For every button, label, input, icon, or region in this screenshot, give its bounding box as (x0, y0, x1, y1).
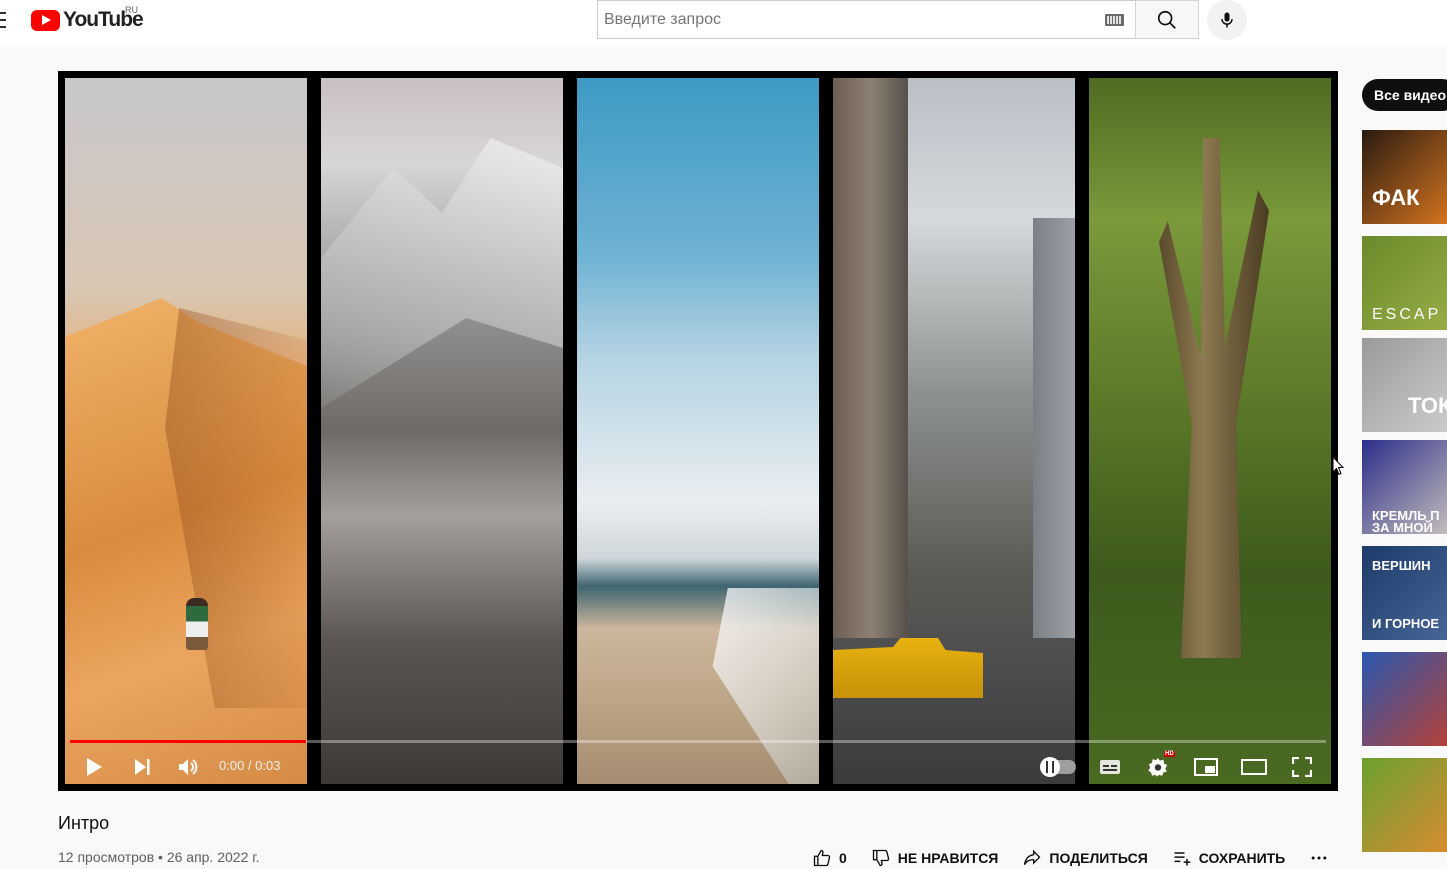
dislike-button[interactable]: НЕ НРАВИТСЯ (871, 848, 998, 868)
related-video-thumbnail[interactable]: ТОК (1362, 338, 1447, 432)
masthead: YouTube RU (0, 0, 1447, 47)
theater-mode-button[interactable] (1238, 747, 1270, 787)
like-button[interactable]: 0 (812, 848, 847, 868)
region-code: RU (125, 5, 138, 15)
miniplayer-icon (1194, 758, 1218, 776)
player-controls: 0:00 / 0:03 HD (58, 747, 1338, 787)
related-video-thumbnail[interactable]: ESCAP (1362, 236, 1447, 330)
keyboard-icon[interactable] (1105, 14, 1124, 26)
share-button[interactable]: ПОДЕЛИТЬСЯ (1022, 848, 1148, 868)
related-sidebar: Все видео ФАК ESCAP ТОК КРЕМЛЬ П ЗА МНОЙ ВЕРШ… (1362, 79, 1447, 864)
skip-next-icon (135, 759, 150, 775)
subtitles-icon (1100, 760, 1120, 774)
share-icon (1024, 849, 1041, 865)
play-icon (87, 758, 102, 776)
mountain-panel (321, 78, 563, 784)
next-button[interactable] (126, 747, 158, 787)
chip-all-videos[interactable]: Все видео (1362, 79, 1447, 111)
thumbnail-text: ЗА МНОЙ (1372, 520, 1433, 534)
voice-search-button[interactable] (1207, 0, 1247, 40)
more-actions-button[interactable] (1309, 848, 1329, 868)
hd-badge: HD (1164, 751, 1175, 757)
desert-panel (65, 78, 307, 784)
fullscreen-button[interactable] (1286, 747, 1318, 787)
city-street-panel (833, 78, 1075, 784)
related-video-thumbnail[interactable]: ФАК (1362, 130, 1447, 224)
mute-button[interactable] (173, 747, 205, 787)
save-playlist-icon (1174, 852, 1191, 866)
related-video-thumbnail[interactable] (1362, 758, 1447, 852)
thumbnail-text: ФАК (1372, 185, 1420, 210)
thumbnail-text: И ГОРНОЕ (1372, 616, 1440, 631)
walking-person (186, 598, 208, 650)
video-player[interactable]: 0:00 / 0:03 HD (58, 71, 1338, 791)
video-meta: 12 просмотров • 26 апр. 2022 г. (58, 849, 260, 865)
autoplay-toggle[interactable] (1040, 757, 1076, 777)
save-button[interactable]: СОХРАНИТЬ (1172, 848, 1285, 868)
video-actions: 0 НЕ НРАВИТСЯ ПОДЕЛИТЬСЯ СОХРАНИТЬ (812, 847, 1353, 869)
thumbnail-text: ESCAP (1372, 306, 1442, 323)
play-button[interactable] (78, 747, 110, 787)
miniplayer-button[interactable] (1190, 747, 1222, 787)
taxi (833, 638, 983, 698)
beach-panel (577, 78, 819, 784)
search-box (597, 0, 1136, 39)
fullscreen-icon (1292, 757, 1312, 777)
thumbs-down-icon (872, 849, 890, 867)
related-video-thumbnail[interactable] (1362, 652, 1447, 746)
progress-bar[interactable] (70, 740, 1326, 743)
search-input[interactable] (598, 1, 1088, 38)
thumbnail-text: ТОК (1408, 393, 1447, 418)
tree-panel (1089, 78, 1331, 784)
search-icon (1157, 10, 1176, 29)
related-video-thumbnail[interactable]: ВЕРШИН И ГОРНОЕ (1362, 546, 1447, 640)
theater-mode-icon (1241, 759, 1267, 775)
progress-fill (70, 740, 307, 743)
gear-icon (1148, 757, 1168, 777)
video-title: Интро (58, 813, 110, 833)
subtitles-button[interactable] (1094, 747, 1126, 787)
thumbs-up-icon (813, 849, 831, 867)
volume-icon (179, 759, 198, 775)
menu-icon[interactable] (0, 12, 6, 32)
mouse-cursor (1332, 455, 1345, 481)
pause-icon (1046, 761, 1054, 773)
youtube-logo[interactable]: YouTube RU (31, 5, 144, 32)
more-horiz-icon (1311, 856, 1327, 860)
related-video-thumbnail[interactable]: КРЕМЛЬ П ЗА МНОЙ (1362, 440, 1447, 534)
search-button[interactable] (1135, 0, 1199, 39)
youtube-play-icon (31, 9, 60, 31)
microphone-icon (1221, 12, 1233, 28)
thumbnail-text: ВЕРШИН (1372, 558, 1431, 573)
time-display: 0:00 / 0:03 (219, 758, 281, 773)
